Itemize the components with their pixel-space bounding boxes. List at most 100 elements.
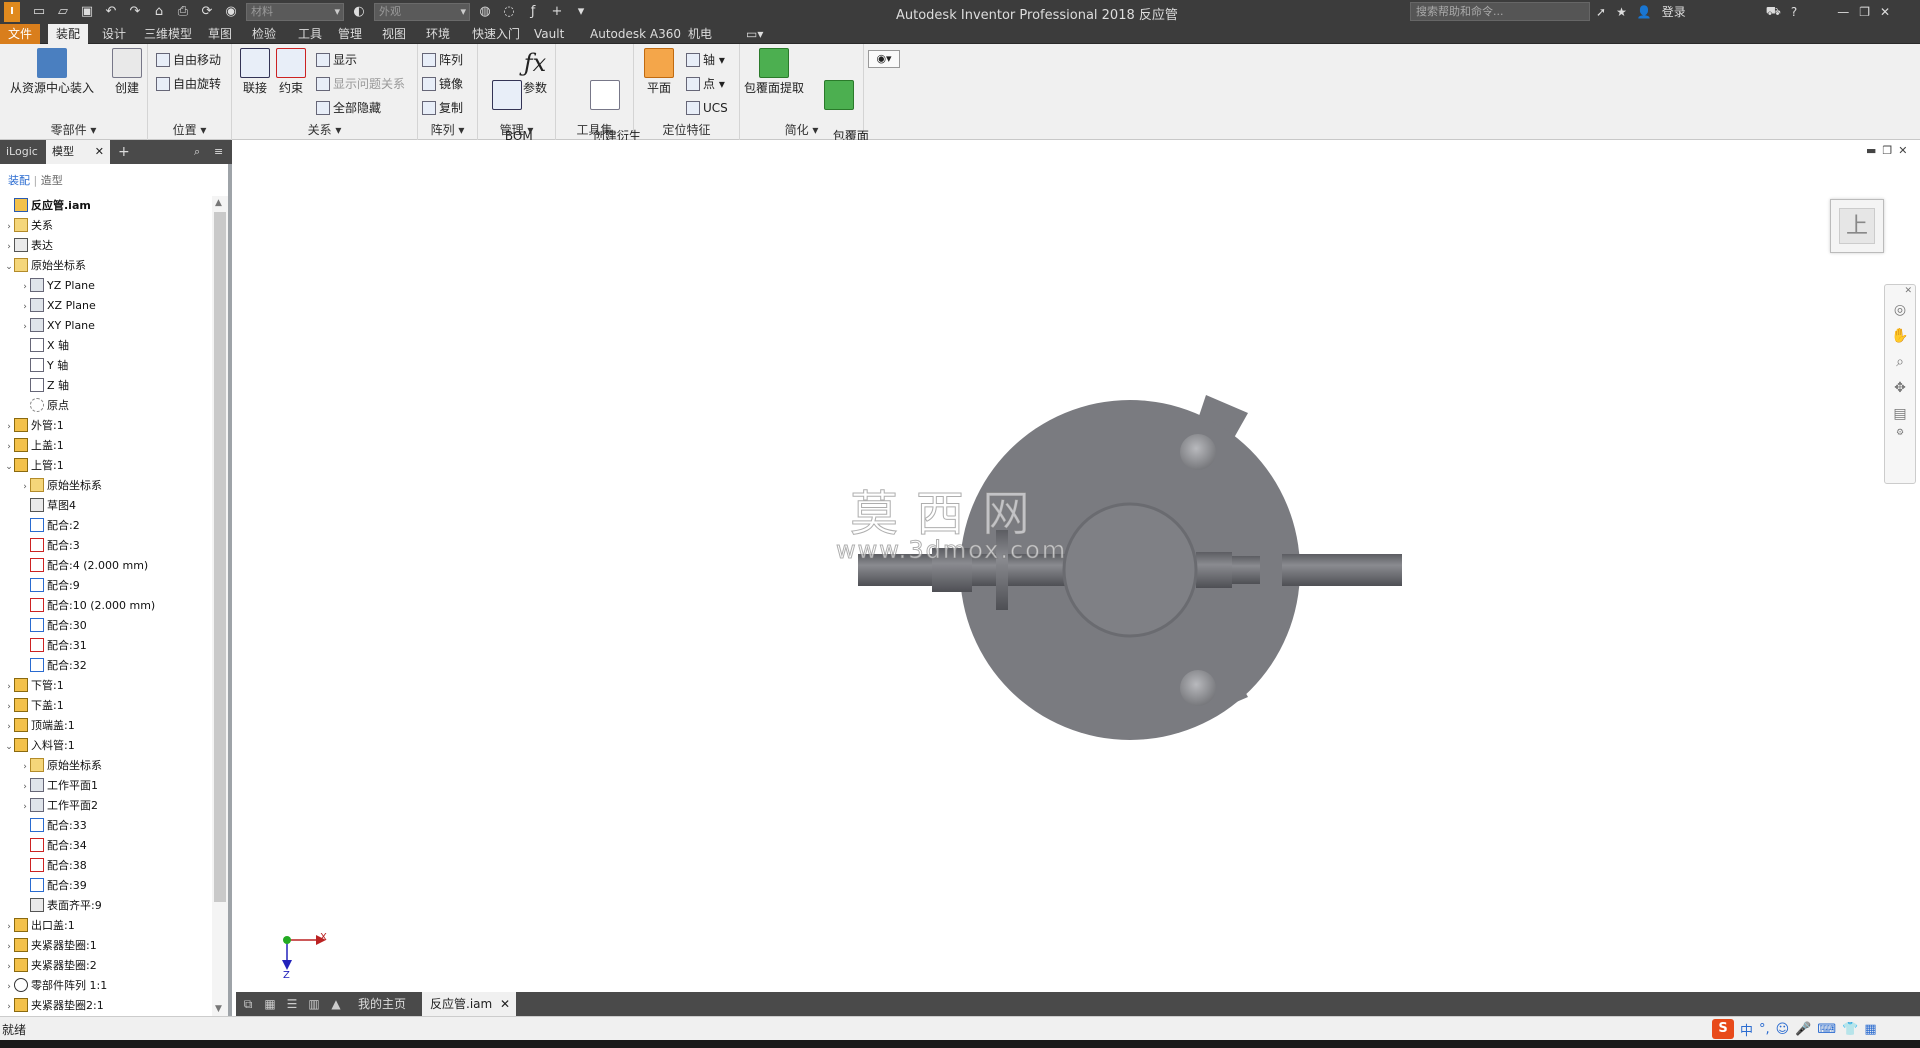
tile-horizontal-icon[interactable]: ☰ <box>284 996 300 1012</box>
navbar-close-icon[interactable]: ✕ <box>1885 285 1915 297</box>
fx-icon[interactable]: ƒ <box>524 3 542 21</box>
tree-node[interactable]: 配合:31 <box>0 636 87 656</box>
menu-tab-3[interactable]: 三维模型 <box>136 24 200 44</box>
mirror-button[interactable]: 镜像 <box>422 74 463 94</box>
tree-node[interactable]: 草图4 <box>0 496 76 516</box>
tree-node[interactable]: 配合:34 <box>0 836 87 856</box>
vp-close-icon[interactable]: ✕ <box>1898 144 1907 157</box>
scroll-down-icon[interactable]: ▼ <box>215 1004 222 1014</box>
tree-node[interactable]: › XY Plane <box>0 316 95 336</box>
tree-node[interactable]: › 零部件阵列 1:1 <box>0 976 107 996</box>
tab-ilogic[interactable]: iLogic <box>0 140 44 164</box>
tree-node[interactable]: 表面齐平:9 <box>0 896 102 916</box>
tree-node[interactable]: Y 轴 <box>0 356 68 376</box>
expand-toggle-icon[interactable]: ⌄ <box>4 457 14 477</box>
home-icon[interactable]: ⌂ <box>150 3 168 21</box>
subtab-assembly[interactable]: 装配 <box>8 174 30 187</box>
menu-tab-10[interactable]: 快速入门 <box>464 24 528 44</box>
appearance-combo[interactable]: 外观 <box>374 3 470 21</box>
navbar-options-icon[interactable]: ⚙ <box>1885 427 1915 439</box>
show-sick-button[interactable]: 显示问题关系 <box>316 74 405 94</box>
browser-search-icon[interactable]: ⌕ <box>188 140 206 164</box>
tree-node[interactable]: 配合:39 <box>0 876 87 896</box>
tree-node[interactable]: › YZ Plane <box>0 276 95 296</box>
tree-node[interactable]: 配合:9 <box>0 576 80 596</box>
bolt-bottom[interactable] <box>1180 670 1216 706</box>
undo-icon[interactable]: ↶ <box>102 3 120 21</box>
expand-toggle-icon[interactable]: › <box>4 937 14 957</box>
tree-node[interactable]: 配合:10 (2.000 mm) <box>0 596 155 616</box>
menu-tab-13[interactable]: 机电 <box>680 24 720 44</box>
viewcube-top-face[interactable]: 上 <box>1839 208 1875 244</box>
menu-tab-9[interactable]: 环境 <box>418 24 458 44</box>
tree-node[interactable]: › 出口盖:1 <box>0 916 75 936</box>
tab-reactor-iam[interactable]: 反应管.iam ✕ <box>422 992 516 1016</box>
axis-button[interactable]: 轴 ▾ <box>686 50 725 70</box>
expand-toggle-icon[interactable]: › <box>20 317 30 337</box>
close-button[interactable]: ✕ <box>1880 5 1890 19</box>
constrain-button[interactable]: 约束 <box>276 48 306 96</box>
tree-node[interactable]: 配合:30 <box>0 616 87 636</box>
expand-toggle-icon[interactable]: › <box>4 917 14 937</box>
menu-tab-4[interactable]: 草图 <box>200 24 240 44</box>
reactor-tube-model[interactable] <box>858 395 1402 740</box>
tab-list-icon[interactable]: ▲ <box>328 996 344 1012</box>
free-move-button[interactable]: 自由移动 <box>156 50 221 70</box>
print-icon[interactable]: ⎙ <box>174 3 192 21</box>
outlet-pipe-mid[interactable] <box>1232 556 1260 584</box>
vp-restore-icon[interactable]: ❐ <box>1882 144 1892 157</box>
tree-node[interactable]: 配合:4 (2.000 mm) <box>0 556 148 576</box>
expand-toggle-icon[interactable]: › <box>20 277 30 297</box>
joint-button[interactable]: 联接 <box>240 48 270 96</box>
copy-button[interactable]: 复制 <box>422 98 463 118</box>
appearance-icon[interactable]: ◐ <box>350 3 368 21</box>
pan-icon[interactable]: ✋ <box>1885 323 1915 349</box>
point-button[interactable]: 点 ▾ <box>686 74 725 94</box>
tree-node[interactable]: 反应管.iam <box>0 196 91 216</box>
tree-node[interactable]: ⌄ 入料管:1 <box>0 736 75 756</box>
orbit-icon[interactable]: ✥ <box>1885 375 1915 401</box>
keyboard-icon[interactable]: ⌨ <box>1817 1022 1836 1037</box>
close-tab-icon[interactable]: ✕ <box>95 140 104 164</box>
free-rotate-button[interactable]: 自由旋转 <box>156 74 221 94</box>
comm-icon[interactable]: ➚ <box>1596 5 1606 19</box>
material-combo[interactable]: 材料 <box>246 3 344 21</box>
menu-tab-12[interactable]: Autodesk A360 <box>582 24 689 44</box>
expand-toggle-icon[interactable]: › <box>4 697 14 717</box>
expand-toggle-icon[interactable]: › <box>20 757 30 777</box>
menu-tab-7[interactable]: 管理 <box>330 24 370 44</box>
outlet-pipe-right[interactable] <box>1282 554 1402 586</box>
tree-node[interactable]: › 工作平面1 <box>0 776 98 796</box>
tree-node[interactable]: 配合:32 <box>0 656 87 676</box>
shrinkwrap-button[interactable]: 包覆面提取 <box>744 48 804 96</box>
expand-toggle-icon[interactable]: › <box>20 777 30 797</box>
hide-all-button[interactable]: 全部隐藏 <box>316 98 381 118</box>
expand-toggle-icon[interactable]: › <box>4 417 14 437</box>
expand-toggle-icon[interactable]: › <box>20 297 30 317</box>
tree-node[interactable]: Z 轴 <box>0 376 69 396</box>
bolt-top[interactable] <box>1180 434 1216 470</box>
sogou-icon[interactable]: S <box>1712 1019 1734 1039</box>
scroll-up-icon[interactable]: ▲ <box>215 198 222 208</box>
inlet-pipe-left[interactable] <box>858 554 1004 586</box>
create-button[interactable]: 创建 <box>112 48 142 96</box>
punct-icon[interactable]: °, <box>1759 1022 1770 1037</box>
minimize-button[interactable]: — <box>1837 5 1849 19</box>
tree-node[interactable]: › 上盖:1 <box>0 436 64 456</box>
tree-node[interactable]: › 下盖:1 <box>0 696 64 716</box>
expand-toggle-icon[interactable]: › <box>4 437 14 457</box>
center-hub[interactable] <box>1062 502 1198 638</box>
skin-icon[interactable]: 👕 <box>1842 1022 1858 1037</box>
customize-icon[interactable]: ▾ <box>572 3 590 21</box>
panel-label-pattern[interactable]: 阵列 ▾ <box>418 121 477 138</box>
tree-node[interactable]: › 原始坐标系 <box>0 756 102 776</box>
expand-toggle-icon[interactable]: ⌄ <box>4 257 14 277</box>
scroll-thumb[interactable] <box>214 212 226 902</box>
subtab-modeling[interactable]: 造型 <box>41 174 63 187</box>
outlet-coupling[interactable] <box>1196 552 1232 588</box>
expand-toggle-icon[interactable]: › <box>4 957 14 977</box>
tree-node[interactable]: › 工作平面2 <box>0 796 98 816</box>
select-icon[interactable]: ◉ <box>222 3 240 21</box>
menu-tab-5[interactable]: 检验 <box>244 24 284 44</box>
expand-toggle-icon[interactable]: › <box>4 997 14 1016</box>
